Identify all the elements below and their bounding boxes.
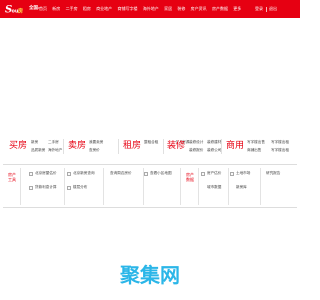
service-sell-link-price[interactable]: 查房价 bbox=[89, 148, 100, 153]
service-commercial-link-office-rent-2[interactable]: 写字楼出租 bbox=[271, 148, 289, 153]
nav-item-resale[interactable]: 二手房 bbox=[66, 0, 78, 18]
service-rent-title[interactable]: 租房 bbox=[123, 140, 141, 152]
tool-item-label: 北京房屋估价 bbox=[35, 171, 57, 175]
service-decoration-link-company[interactable]: 装修公司 bbox=[207, 148, 221, 153]
login-link[interactable]: 登录 bbox=[255, 0, 263, 18]
tools-panel-title: 房产 工具 bbox=[6, 172, 18, 182]
nav-item-home[interactable]: 首页 bbox=[39, 0, 47, 18]
service-buy: 买房 新房 二手房 品质新房 海外地产 bbox=[7, 136, 65, 157]
nav-item-overseas[interactable]: 海外地产 bbox=[143, 0, 159, 18]
service-buy-link-overseas[interactable]: 海外地产 bbox=[48, 148, 62, 153]
tool-item[interactable]: 北京新房查询 bbox=[67, 171, 95, 176]
tool-item-label: 北京新房查询 bbox=[73, 171, 95, 175]
service-decoration: 装修 装修设计 装修建材 装修报价 装修公司 bbox=[165, 136, 222, 157]
nav-item-commercial[interactable]: 商业地产 bbox=[96, 0, 112, 18]
data-icon bbox=[230, 171, 234, 176]
data-title-line-2: 数据 bbox=[186, 177, 194, 182]
service-divider bbox=[221, 139, 222, 154]
service-buy-link-resale[interactable]: 二手房 bbox=[48, 140, 59, 145]
data-icon bbox=[201, 171, 205, 176]
city-selector[interactable]: 全国▾ bbox=[29, 4, 40, 13]
watermark-text: 聚集网 bbox=[120, 263, 180, 286]
service-sell-link-list[interactable]: 我要卖房 bbox=[89, 140, 103, 145]
tool-item[interactable]: 北京房屋估价 bbox=[29, 171, 57, 176]
tool-icon bbox=[29, 185, 33, 190]
service-commercial-link-office-rent[interactable]: 写字楼出租 bbox=[271, 140, 289, 145]
service-divider bbox=[118, 139, 119, 154]
top-navigation-bar: S ou 房 全国▾ 首页 新房 二手房 租房 商业地产 商铺写字楼 海外地产 … bbox=[0, 0, 300, 18]
service-commercial: 商用 写字楼出售 写字楼出租 商铺出售 写字楼出租 bbox=[223, 136, 297, 157]
site-logo[interactable]: S ou 房 bbox=[5, 2, 27, 16]
data-item[interactable]: 城市数据 bbox=[207, 185, 221, 190]
service-buy-link-quality[interactable]: 品质新房 bbox=[31, 148, 45, 153]
service-buy-link-new[interactable]: 新房 bbox=[31, 140, 38, 145]
section-divider bbox=[3, 207, 297, 208]
service-decoration-link-design[interactable]: 装修设计 bbox=[189, 140, 203, 145]
tool-icon bbox=[144, 171, 148, 176]
tool-item-label: 查看小区地图 bbox=[150, 171, 172, 175]
site-watermark: 聚集网 bbox=[120, 262, 182, 286]
svg-text:房: 房 bbox=[18, 8, 23, 15]
service-rent: 租房 整租合租 个人房源 bbox=[120, 136, 189, 157]
panel-divider bbox=[64, 168, 65, 205]
panel-divider bbox=[103, 168, 104, 205]
tool-icon bbox=[67, 171, 71, 176]
nav-item-more[interactable]: 更多 bbox=[233, 0, 241, 18]
data-item-label: 房产估价 bbox=[207, 171, 222, 175]
tool-item-label: 楼层分布 bbox=[73, 185, 88, 189]
tools-title-line-2: 工具 bbox=[8, 177, 16, 182]
nav-item-decoration[interactable]: 装修 bbox=[177, 0, 185, 18]
section-divider bbox=[3, 164, 297, 165]
header-divider bbox=[266, 7, 267, 12]
service-decoration-link-materials[interactable]: 装修建材 bbox=[207, 140, 221, 145]
panel-divider bbox=[228, 168, 229, 205]
service-buy-title[interactable]: 买房 bbox=[9, 140, 27, 152]
nav-item-news[interactable]: 房产资讯 bbox=[191, 0, 207, 18]
service-commercial-link-shop-sale[interactable]: 商铺出售 bbox=[247, 148, 261, 153]
nav-item-new-homes[interactable]: 新房 bbox=[52, 0, 60, 18]
city-label: 全国 bbox=[29, 6, 38, 11]
panel-divider bbox=[180, 168, 181, 205]
data-item-label: 土地市场 bbox=[236, 171, 251, 175]
tool-item[interactable]: 查看小区地图 bbox=[144, 171, 172, 176]
service-divider bbox=[163, 139, 164, 154]
tool-item[interactable]: 查询周边房价 bbox=[110, 171, 132, 176]
service-commercial-title[interactable]: 商用 bbox=[226, 140, 244, 152]
nav-item-home-furnishing[interactable]: 家居 bbox=[164, 0, 172, 18]
tool-item[interactable]: 楼层分布 bbox=[67, 185, 87, 190]
nav-item-rent[interactable]: 租房 bbox=[83, 0, 91, 18]
data-item[interactable]: 房产估价 bbox=[201, 171, 221, 176]
tool-item-label: 贷款利息计算 bbox=[35, 185, 57, 189]
service-rent-link-whole[interactable]: 整租合租 bbox=[144, 140, 158, 145]
main-nav: 首页 新房 二手房 租房 商业地产 商铺写字楼 海外地产 家居 装修 房产资讯 … bbox=[39, 0, 247, 18]
panel-divider bbox=[198, 168, 199, 205]
data-panel-title: 房产 数据 bbox=[184, 172, 196, 182]
tool-icon bbox=[67, 185, 71, 190]
service-decoration-link-quote[interactable]: 装修报价 bbox=[189, 148, 203, 153]
nav-item-office[interactable]: 商铺写字楼 bbox=[117, 0, 137, 18]
logout-link[interactable]: 退出 bbox=[269, 0, 277, 18]
service-sell-title[interactable]: 卖房 bbox=[68, 140, 86, 152]
tool-item[interactable]: 贷款利息计算 bbox=[29, 185, 57, 190]
data-item[interactable]: 新房库 bbox=[236, 185, 247, 190]
service-sell: 卖房 我要卖房 查房价 bbox=[65, 136, 121, 157]
data-item[interactable]: 土地市场 bbox=[230, 171, 250, 176]
service-commercial-link-office-sale[interactable]: 写字楼出售 bbox=[247, 140, 265, 145]
panel-divider bbox=[20, 168, 21, 205]
panel-divider bbox=[260, 168, 261, 205]
data-item[interactable]: 研究报告 bbox=[266, 171, 280, 176]
service-decoration-title[interactable]: 装修 bbox=[167, 140, 185, 152]
service-divider bbox=[63, 139, 64, 154]
nav-item-data[interactable]: 房产数据 bbox=[212, 0, 228, 18]
tool-icon bbox=[29, 171, 33, 176]
service-strip: 买房 新房 二手房 品质新房 海外地产 卖房 我要卖房 查房价 租房 整租合租 … bbox=[3, 136, 297, 157]
